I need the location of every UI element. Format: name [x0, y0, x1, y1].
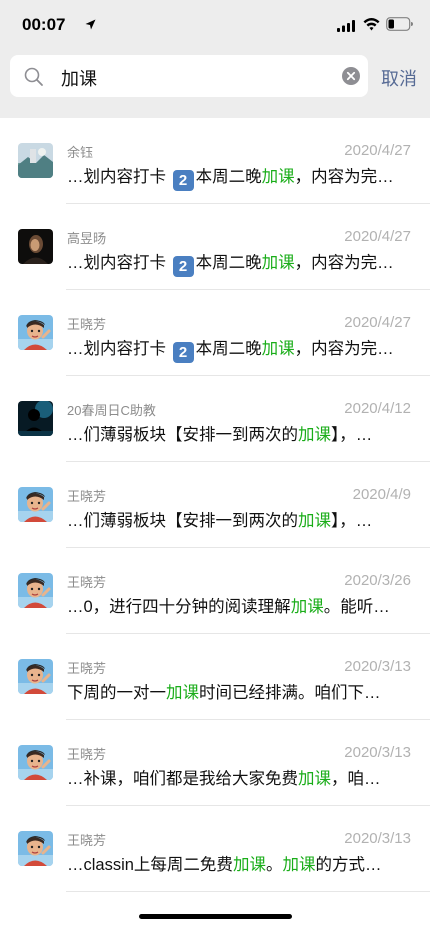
keyword-highlight: 加课: [298, 512, 331, 530]
message-snippet: …classin上每周二免费加课。加课的方式…: [67, 851, 412, 875]
result-item[interactable]: 王晓芳 2020/3/13 …classin上每周二免费加课。加课的方式…: [0, 806, 430, 892]
message-date: 2020/4/27: [344, 228, 411, 245]
keycap-two-emoji-icon: 2: [172, 342, 194, 363]
search-results-list: 余钰 2020/4/27 …划内容打卡 2 本周二晚加课，内容为完… 高昱旸 2020/4…: [0, 118, 430, 892]
search-query: 加课: [61, 69, 97, 89]
sender-name: 王晓芳: [67, 747, 107, 762]
sender-name: 王晓芳: [67, 317, 107, 332]
sender-name: 高昱旸: [67, 231, 107, 246]
snippet-text: 的方式…: [315, 856, 382, 874]
snippet-text: …补课，咱们都是我给大家免费: [67, 770, 298, 788]
keycap-two-emoji-icon: 2: [172, 170, 194, 191]
snippet-text: ，内容为完…: [294, 254, 394, 272]
snippet-text: 本周二晚: [195, 340, 262, 358]
search-input[interactable]: 加课: [10, 55, 368, 97]
snippet-text: 本周二晚: [195, 254, 262, 272]
search-icon: [24, 67, 44, 92]
snippet-text: 。: [265, 856, 283, 874]
sender-name: 20春周日C助教: [67, 403, 156, 418]
avatar: [18, 229, 53, 264]
keyword-highlight: 加课: [261, 168, 295, 186]
keyword-highlight: 加课: [282, 856, 316, 874]
search-header: 加课 取消: [0, 50, 430, 118]
message-date: 2020/4/27: [344, 142, 411, 159]
cellular-signal-icon: [337, 19, 356, 37]
cancel-button[interactable]: 取消: [381, 65, 417, 91]
snippet-text: ，内容为完…: [294, 340, 394, 358]
avatar: [18, 659, 53, 694]
avatar: [18, 745, 53, 780]
keyword-highlight: 加课: [261, 254, 295, 272]
snippet-text: 】，…: [331, 426, 373, 444]
message-snippet: …补课，咱们都是我给大家免费加课，咱…: [67, 765, 412, 789]
snippet-text: 下周的一对一: [67, 684, 166, 702]
snippet-text: …划内容打卡: [67, 340, 171, 358]
status-time: 00:07: [22, 15, 66, 34]
message-snippet: …划内容打卡 2 本周二晚加课，内容为完…: [67, 163, 412, 191]
result-item[interactable]: 王晓芳 2020/4/27 …划内容打卡 2 本周二晚加课，内容为完…: [0, 290, 430, 376]
avatar: [18, 573, 53, 608]
sender-name: 王晓芳: [67, 833, 107, 848]
result-item[interactable]: 余钰 2020/4/27 …划内容打卡 2 本周二晚加课，内容为完…: [0, 118, 430, 204]
avatar: [18, 831, 53, 866]
message-date: 2020/3/13: [344, 658, 411, 675]
snippet-text: …划内容打卡: [67, 168, 171, 186]
snippet-text: …0，进行四十分钟的阅读理解: [67, 598, 291, 616]
keyword-highlight: 加课: [166, 684, 199, 702]
result-item[interactable]: 王晓芳 2020/3/26 …0，进行四十分钟的阅读理解加课。能听…: [0, 548, 430, 634]
snippet-text: …们薄弱板块【安排一到两次的: [67, 512, 298, 530]
message-snippet: …划内容打卡 2 本周二晚加课，内容为完…: [67, 249, 412, 277]
keyword-highlight: 加课: [298, 426, 331, 444]
snippet-text: ，内容为完…: [294, 168, 394, 186]
snippet-text: 】，…: [331, 512, 373, 530]
keyword-highlight: 加课: [298, 770, 331, 788]
avatar: [18, 143, 53, 178]
keyword-highlight: 加课: [290, 598, 324, 616]
message-snippet: …划内容打卡 2 本周二晚加课，内容为完…: [67, 335, 412, 363]
result-item[interactable]: 王晓芳 2020/3/13 …补课，咱们都是我给大家免费加课，咱…: [0, 720, 430, 806]
snippet-text: …classin上每周二免费: [67, 856, 233, 874]
wifi-icon: [363, 17, 380, 36]
snippet-text: 本周二晚: [195, 168, 262, 186]
snippet-text: 。能听…: [323, 598, 390, 616]
keycap-two-emoji-icon: 2: [172, 256, 194, 277]
snippet-text: 时间已经排满。咱们下…: [199, 684, 381, 702]
avatar: [18, 487, 53, 522]
sender-name: 王晓芳: [67, 661, 107, 676]
snippet-text: …划内容打卡: [67, 254, 171, 272]
message-date: 2020/4/12: [344, 400, 411, 417]
message-date: 2020/3/26: [344, 572, 411, 589]
result-item[interactable]: 20春周日C助教 2020/4/12 …们薄弱板块【安排一到两次的加课】，…: [0, 376, 430, 462]
result-item[interactable]: 王晓芳 2020/3/13 下周的一对一加课时间已经排满。咱们下…: [0, 634, 430, 720]
sender-name: 余钰: [67, 145, 94, 160]
message-snippet: …们薄弱板块【安排一到两次的加课】，…: [67, 421, 412, 445]
battery-icon: [386, 17, 414, 36]
sender-name: 王晓芳: [67, 575, 107, 590]
clear-search-icon[interactable]: [342, 67, 360, 90]
result-item[interactable]: 高昱旸 2020/4/27 …划内容打卡 2 本周二晚加课，内容为完…: [0, 204, 430, 290]
message-date: 2020/3/13: [344, 830, 411, 847]
keyword-highlight: 加课: [232, 856, 266, 874]
keyword-highlight: 加课: [261, 340, 295, 358]
message-snippet: 下周的一对一加课时间已经排满。咱们下…: [67, 679, 412, 703]
avatar: [18, 401, 53, 436]
message-date: 2020/4/9: [352, 486, 411, 503]
avatar: [18, 315, 53, 350]
sender-name: 王晓芳: [67, 489, 107, 504]
snippet-text: …们薄弱板块【安排一到两次的: [67, 426, 298, 444]
message-snippet: …们薄弱板块【安排一到两次的加课】，…: [67, 507, 412, 531]
location-arrow-icon: [85, 17, 96, 35]
home-indicator[interactable]: [139, 914, 292, 919]
snippet-text: ，咱…: [331, 770, 381, 788]
message-date: 2020/3/13: [344, 744, 411, 761]
status-bar: 00:07: [0, 0, 430, 50]
divider: [66, 891, 430, 892]
message-date: 2020/4/27: [344, 314, 411, 331]
result-item[interactable]: 王晓芳 2020/4/9 …们薄弱板块【安排一到两次的加课】，…: [0, 462, 430, 548]
message-snippet: …0，进行四十分钟的阅读理解加课。能听…: [67, 593, 412, 617]
